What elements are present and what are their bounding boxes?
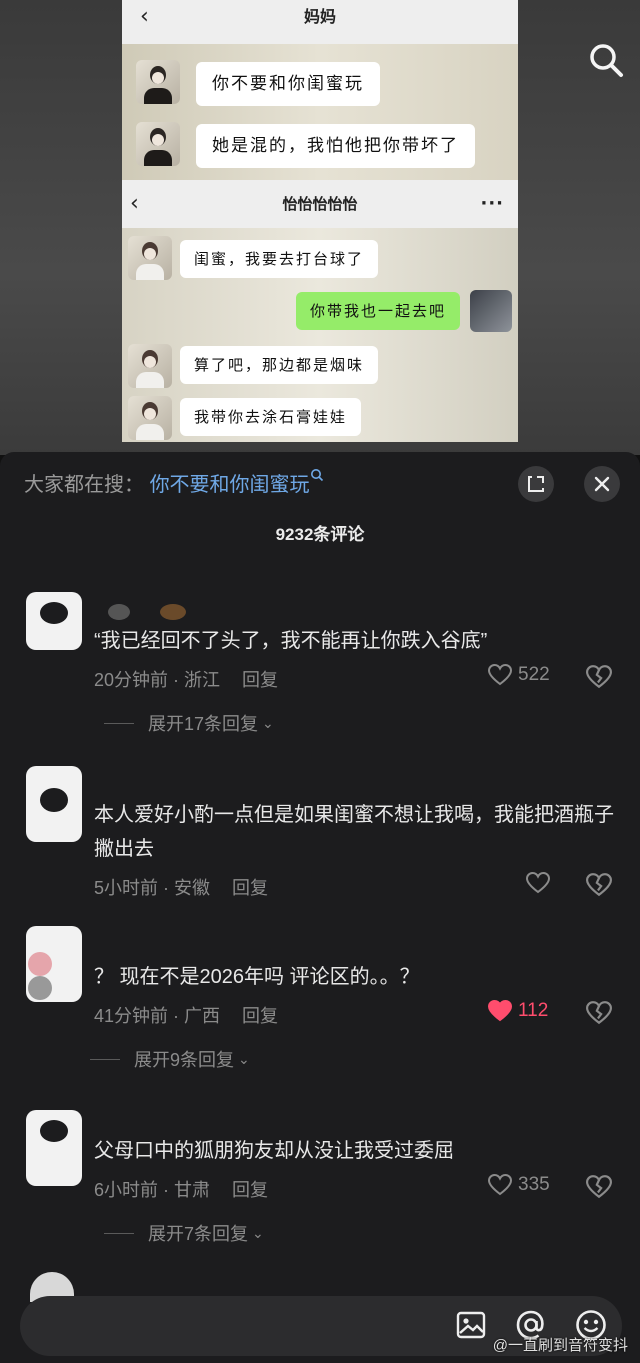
- expand-replies[interactable]: 展开9条回复 ⌄: [90, 1046, 250, 1072]
- avatar: [470, 290, 512, 332]
- like-button[interactable]: 335: [488, 1174, 550, 1196]
- close-icon[interactable]: [584, 466, 620, 502]
- like-button[interactable]: 522: [488, 664, 550, 686]
- expand-replies[interactable]: 展开7条回复 ⌄: [104, 1220, 264, 1246]
- chevron-down-icon: ⌄: [238, 1050, 250, 1067]
- like-button[interactable]: [526, 872, 556, 894]
- chat-screenshot: ‹ 妈妈 你不要和你闺蜜玩 她是混的，我怕他把你带坏了 ‹ 怡怡怡怡怡 ··· …: [122, 0, 518, 442]
- chevron-down-icon: ⌄: [252, 1224, 264, 1241]
- reply-button[interactable]: 回复: [242, 670, 278, 690]
- image-icon[interactable]: [454, 1308, 488, 1342]
- avatar: [128, 344, 172, 388]
- like-count: 522: [518, 664, 550, 685]
- avatar[interactable]: [26, 1110, 82, 1186]
- comment-text: “我已经回不了头了，我不能再让你跌入谷底”: [94, 630, 488, 652]
- avatar[interactable]: [26, 592, 82, 650]
- chat-title: 怡怡怡怡怡: [282, 195, 358, 213]
- chat-bubble: 我带你去涂石膏娃娃: [180, 398, 362, 436]
- comment-meta: 20分钟前 · 浙江 回复: [94, 670, 279, 690]
- chat-header-friend: ‹ 怡怡怡怡怡 ···: [122, 180, 518, 228]
- chat-bubble: 她是混的，我怕他把你带坏了: [196, 124, 475, 168]
- comment-input-placeholder: [40, 1314, 240, 1334]
- comment-count: 9232条评论: [275, 525, 365, 544]
- comment-meta: 41分钟前 · 广西 回复: [94, 1006, 279, 1026]
- chat-bubble-self: 你带我也一起去吧: [296, 292, 461, 330]
- heart-icon: [488, 1174, 512, 1196]
- like-count: 112: [518, 1000, 549, 1021]
- chevron-down-icon: ⌄: [262, 714, 274, 731]
- back-icon: ‹: [140, 4, 149, 29]
- dislike-icon[interactable]: [586, 1174, 612, 1200]
- chat-bubble: 你不要和你闺蜜玩: [196, 62, 380, 106]
- heart-icon: [488, 1000, 512, 1022]
- username-redacted: [160, 604, 186, 620]
- dislike-icon[interactable]: [586, 664, 612, 690]
- comment-sheet: 大家都在搜： 你不要和你闺蜜玩 9232条评论 “我已经回不了头了，我不能再让你…: [0, 452, 640, 1363]
- chat-title: 妈妈: [303, 7, 336, 26]
- avatar: [128, 396, 172, 440]
- comment-meta: 6小时前 · 甘肃 回复: [94, 1180, 269, 1200]
- search-icon: [310, 469, 323, 482]
- avatar: [128, 236, 172, 280]
- like-button[interactable]: 112: [488, 1000, 548, 1022]
- hot-search-prefix: 大家都在搜：: [24, 474, 144, 496]
- hot-search-query[interactable]: 你不要和你闺蜜玩: [150, 474, 310, 496]
- like-count: 335: [518, 1174, 550, 1195]
- heart-icon: [488, 664, 512, 686]
- chat-bubble: 算了吧，那边都是烟味: [180, 346, 379, 384]
- dislike-icon[interactable]: [586, 872, 612, 898]
- avatar[interactable]: [26, 926, 82, 1002]
- video-player[interactable]: ‹ 妈妈 你不要和你闺蜜玩 她是混的，我怕他把你带坏了 ‹ 怡怡怡怡怡 ··· …: [0, 0, 640, 455]
- search-icon[interactable]: [586, 40, 626, 80]
- expand-replies[interactable]: 展开17条回复 ⌄: [104, 710, 274, 736]
- more-icon: ···: [480, 193, 504, 214]
- back-icon: ‹: [130, 191, 139, 216]
- dislike-icon[interactable]: [586, 1000, 612, 1026]
- watermark: @一直刷到音符变抖: [492, 1337, 628, 1354]
- chat-header-mom: ‹ 妈妈: [122, 0, 518, 44]
- avatar: [136, 122, 180, 166]
- reply-button[interactable]: 回复: [242, 1006, 278, 1026]
- reply-button[interactable]: 回复: [232, 878, 268, 898]
- comment-meta: 5小时前 · 安徽 回复: [94, 878, 269, 898]
- chat-bubble: 闺蜜，我要去打台球了: [180, 240, 379, 278]
- expand-icon[interactable]: [518, 466, 554, 502]
- username-redacted: [108, 604, 130, 620]
- avatar[interactable]: [26, 766, 82, 842]
- comment-text: 父母口中的狐朋狗友却从没让我受过委屈: [94, 1140, 454, 1162]
- hot-search[interactable]: 大家都在搜： 你不要和你闺蜜玩: [24, 468, 324, 497]
- comment-text: 本人爱好小酌一点但是如果闺蜜不想让我喝，我能把酒瓶子撇出去: [94, 804, 614, 860]
- avatar: [136, 60, 180, 104]
- reply-button[interactable]: 回复: [232, 1180, 268, 1200]
- heart-icon: [526, 872, 550, 894]
- comment-text: ？ 现在不是2026年吗 评论区的。。？: [94, 966, 420, 988]
